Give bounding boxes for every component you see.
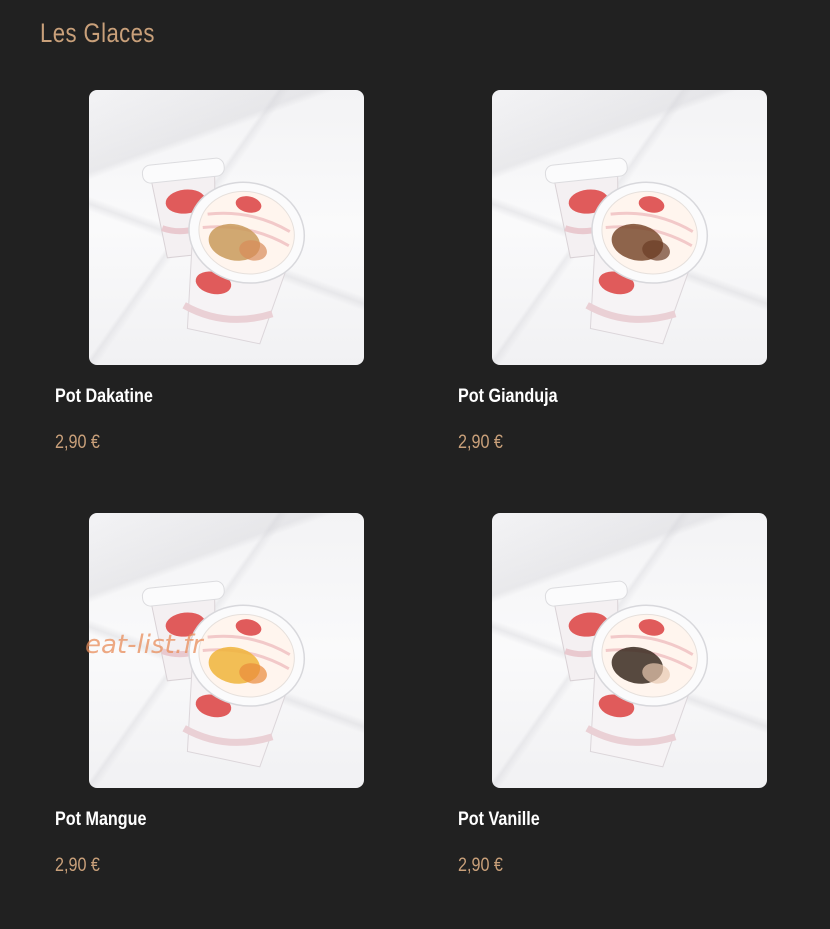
product-image[interactable] <box>89 513 364 788</box>
product-price: 2,90 € <box>55 432 100 453</box>
product-name[interactable]: Pot Gianduja <box>458 386 558 408</box>
product-name[interactable]: Pot Vanille <box>458 809 540 831</box>
ice-cream-pot-illustration <box>544 580 709 768</box>
product-name[interactable]: Pot Mangue <box>55 809 147 831</box>
ice-cream-pot-illustration <box>141 157 306 345</box>
section-title: Les Glaces <box>40 18 155 48</box>
product-image[interactable] <box>492 513 767 788</box>
product-image[interactable] <box>89 90 364 365</box>
ice-cream-pot-illustration <box>141 580 306 768</box>
product-price: 2,90 € <box>458 432 503 453</box>
page: Les Glaces Pot Dakatine 2,90 € Pot Giand… <box>0 0 830 929</box>
product-price: 2,90 € <box>458 855 503 876</box>
product-image[interactable] <box>492 90 767 365</box>
ice-cream-pot-illustration <box>544 157 709 345</box>
product-name[interactable]: Pot Dakatine <box>55 386 153 408</box>
product-price: 2,90 € <box>55 855 100 876</box>
